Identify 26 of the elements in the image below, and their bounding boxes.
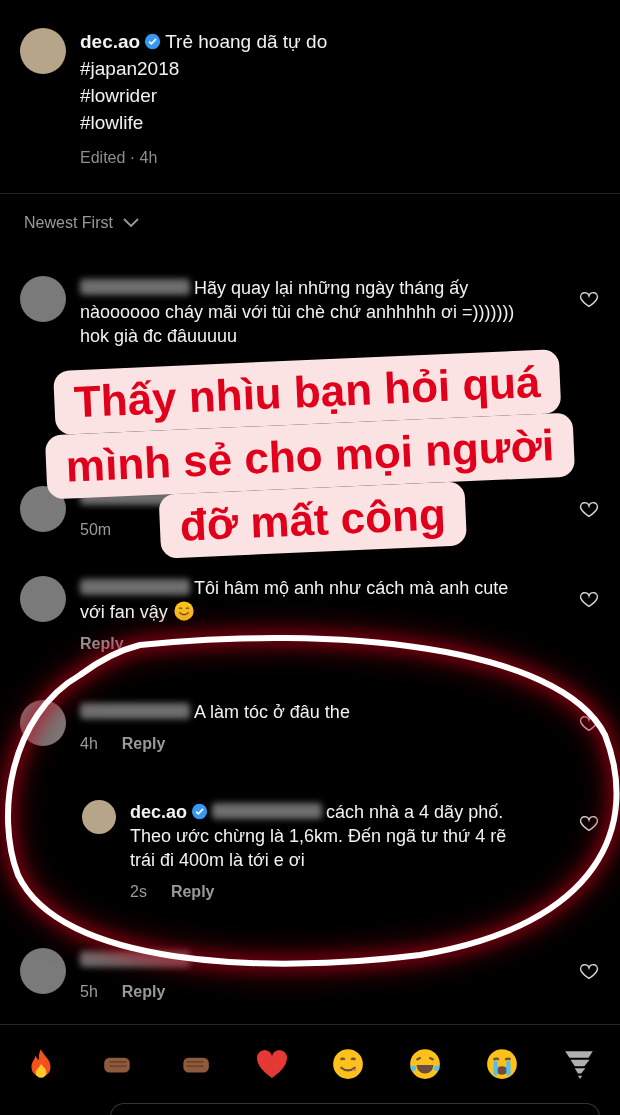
reply-link[interactable]: Reply: [121, 732, 166, 756]
smiley-face-icon[interactable]: [331, 1047, 366, 1081]
reply-link[interactable]: Reply: [121, 980, 166, 1004]
hashtag[interactable]: #lowrider: [80, 82, 328, 109]
hashtag[interactable]: #lowlife: [80, 109, 328, 136]
edited-time: Edited · 4h: [80, 148, 159, 168]
avatar[interactable]: [82, 800, 116, 834]
avatar[interactable]: [20, 28, 66, 74]
comment-text: A làm tóc ở đâu the: [80, 700, 534, 724]
reply-link[interactable]: Reply: [170, 880, 215, 904]
comment-text: Hãy quay lại những ngày tháng ấy nàoooooo cháy mãi với tùi chè chứ anhhhhh ơi =))))))) hok già đc đâuuuuu: [80, 277, 516, 348]
caption-text: dec.ao Trẻ hoang dã tự do: [80, 30, 328, 54]
comment-text: Tôi hâm mộ anh như cách mà anh cute với fan vậy: [80, 577, 510, 624]
laughing-face-icon[interactable]: [408, 1047, 443, 1081]
avatar[interactable]: [20, 486, 66, 532]
comment-text: dec.ao cách nhà a 4 dãy phố. Theo ước chừng là 1,6km. Đến ngã tư thứ 4 rẽ trái đi 400m là tới e ơi: [130, 801, 508, 872]
hashtag[interactable]: #japan2018: [80, 55, 328, 82]
smiling-face-icon: [172, 600, 195, 622]
chevron-down-icon: [122, 218, 139, 228]
crying-face-icon[interactable]: [485, 1047, 520, 1081]
comment-time: 2s: [130, 882, 147, 902]
comment-time: 4h: [80, 734, 98, 754]
sort-dropdown[interactable]: Newest First: [0, 194, 620, 232]
reply-link[interactable]: Reply: [80, 632, 124, 656]
comment-time: 50m: [80, 520, 112, 540]
comment-time: 5h: [80, 982, 98, 1002]
